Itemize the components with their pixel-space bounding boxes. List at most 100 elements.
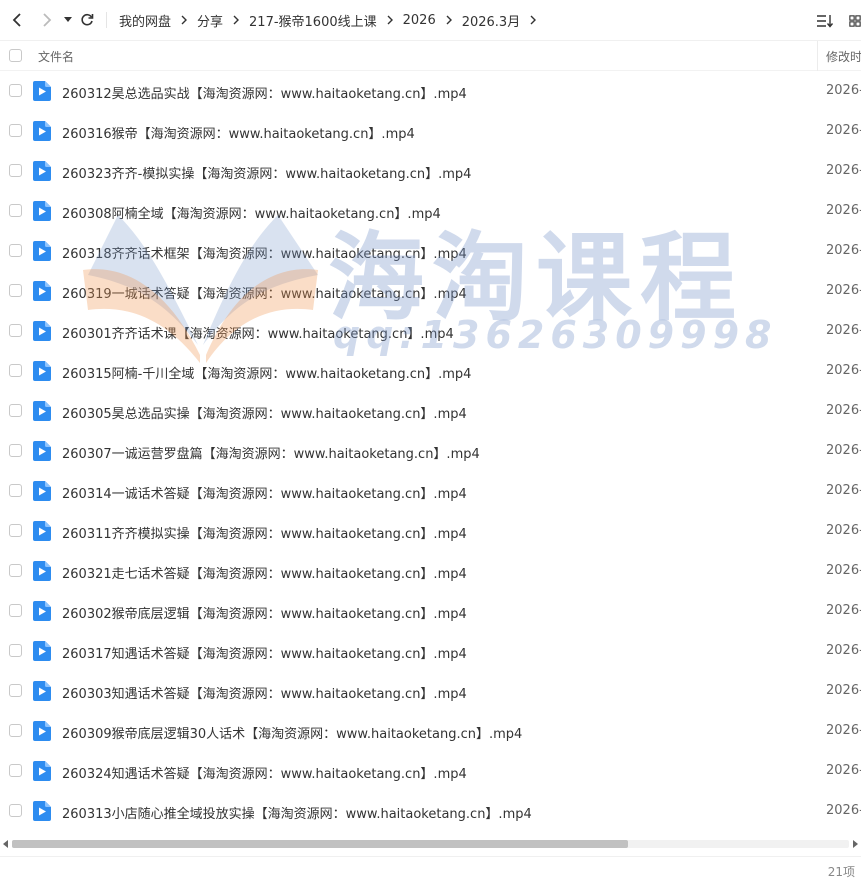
grid-view-icon xyxy=(849,14,861,27)
breadcrumb-item-share[interactable]: 分享 xyxy=(197,11,223,30)
row-checkbox[interactable] xyxy=(9,244,22,257)
file-modified-date: 2026-0 xyxy=(826,243,861,258)
chevron-right-icon xyxy=(181,15,188,25)
row-checkbox[interactable] xyxy=(9,804,22,817)
navigation-bar: 我的网盘 分享 217-猴帝1600线上课 2026 2026.3月 xyxy=(0,0,861,41)
video-file-icon xyxy=(33,801,51,821)
column-divider[interactable] xyxy=(817,41,818,71)
file-name[interactable]: 260319一城话术答疑【海淘资源网：www.haitaoketang.cn】.… xyxy=(62,283,467,302)
column-header-modified[interactable]: 修改时 xyxy=(826,48,861,65)
file-name[interactable]: 260316猴帝【海淘资源网：www.haitaoketang.cn】.mp4 xyxy=(62,123,415,142)
row-checkbox[interactable] xyxy=(9,364,22,377)
row-checkbox[interactable] xyxy=(9,684,22,697)
file-name[interactable]: 260307一诚运营罗盘篇【海淘资源网：www.haitaoketang.cn】… xyxy=(62,443,480,462)
row-checkbox[interactable] xyxy=(9,164,22,177)
file-row[interactable]: 260312昊总选品实战【海淘资源网：www.haitaoketang.cn】.… xyxy=(0,71,861,111)
divider xyxy=(106,12,107,28)
file-modified-date: 2026-0 xyxy=(826,283,861,298)
forward-button[interactable] xyxy=(34,0,60,41)
refresh-button[interactable] xyxy=(76,0,98,41)
breadcrumb-item-course[interactable]: 217-猴帝1600线上课 xyxy=(249,11,377,30)
file-row[interactable]: 260307一诚运营罗盘篇【海淘资源网：www.haitaoketang.cn】… xyxy=(0,431,861,471)
file-row[interactable]: 260309猴帝底层逻辑30人话术【海淘资源网：www.haitaoketang… xyxy=(0,711,861,751)
file-row[interactable]: 260302猴帝底层逻辑【海淘资源网：www.haitaoketang.cn】.… xyxy=(0,591,861,631)
file-name[interactable]: 260301齐齐话术课【海淘资源网：www.haitaoketang.cn】.m… xyxy=(62,323,454,342)
row-checkbox[interactable] xyxy=(9,84,22,97)
row-checkbox[interactable] xyxy=(9,764,22,777)
breadcrumb-item-year[interactable]: 2026 xyxy=(403,13,436,28)
video-file-icon xyxy=(33,601,51,621)
file-name[interactable]: 260323齐齐-模拟实操【海淘资源网：www.haitaoketang.cn】… xyxy=(62,163,471,182)
file-name[interactable]: 260317知遇话术答疑【海淘资源网：www.haitaoketang.cn】.… xyxy=(62,643,467,662)
file-modified-date: 2026-0 xyxy=(826,483,861,498)
row-checkbox[interactable] xyxy=(9,524,22,537)
file-row[interactable]: 260305昊总选品实操【海淘资源网：www.haitaoketang.cn】.… xyxy=(0,391,861,431)
file-name[interactable]: 260313小店随心推全域投放实操【海淘资源网：www.haitaoketang… xyxy=(62,803,532,822)
row-checkbox[interactable] xyxy=(9,404,22,417)
row-checkbox[interactable] xyxy=(9,204,22,217)
file-name[interactable]: 260305昊总选品实操【海淘资源网：www.haitaoketang.cn】.… xyxy=(62,403,467,422)
file-modified-date: 2026-0 xyxy=(826,163,861,178)
file-row[interactable]: 260303知遇话术答疑【海淘资源网：www.haitaoketang.cn】.… xyxy=(0,671,861,711)
file-row[interactable]: 260318齐齐话术框架【海淘资源网：www.haitaoketang.cn】.… xyxy=(0,231,861,271)
file-row[interactable]: 260301齐齐话术课【海淘资源网：www.haitaoketang.cn】.m… xyxy=(0,311,861,351)
file-modified-date: 2026-0 xyxy=(826,323,861,338)
file-name[interactable]: 260315阿楠-千川全域【海淘资源网：www.haitaoketang.cn】… xyxy=(62,363,471,382)
column-header-name[interactable]: 文件名 xyxy=(38,48,74,65)
file-modified-date: 2026-0 xyxy=(826,603,861,618)
row-checkbox[interactable] xyxy=(9,604,22,617)
file-row[interactable]: 260321走七话术答疑【海淘资源网：www.haitaoketang.cn】.… xyxy=(0,551,861,591)
file-name[interactable]: 260324知遇话术答疑【海淘资源网：www.haitaoketang.cn】.… xyxy=(62,763,467,782)
status-bar: 21项 xyxy=(0,856,861,881)
video-file-icon xyxy=(33,321,51,341)
file-row[interactable]: 260314一诚话术答疑【海淘资源网：www.haitaoketang.cn】.… xyxy=(0,471,861,511)
file-row[interactable]: 260311齐齐模拟实操【海淘资源网：www.haitaoketang.cn】.… xyxy=(0,511,861,551)
select-all-checkbox[interactable] xyxy=(9,49,22,62)
scrollbar-thumb[interactable] xyxy=(12,840,628,848)
row-checkbox[interactable] xyxy=(9,564,22,577)
row-checkbox[interactable] xyxy=(9,724,22,737)
video-file-icon xyxy=(33,241,51,261)
file-row[interactable]: 260315阿楠-千川全域【海淘资源网：www.haitaoketang.cn】… xyxy=(0,351,861,391)
file-name[interactable]: 260311齐齐模拟实操【海淘资源网：www.haitaoketang.cn】.… xyxy=(62,523,467,542)
file-row[interactable]: 260317知遇话术答疑【海淘资源网：www.haitaoketang.cn】.… xyxy=(0,631,861,671)
row-checkbox[interactable] xyxy=(9,444,22,457)
file-row[interactable]: 260313小店随心推全域投放实操【海淘资源网：www.haitaoketang… xyxy=(0,791,861,831)
row-checkbox[interactable] xyxy=(9,284,22,297)
breadcrumb-item-my-drive[interactable]: 我的网盘 xyxy=(119,11,171,30)
grid-view-button[interactable] xyxy=(849,11,861,31)
file-row[interactable]: 260324知遇话术答疑【海淘资源网：www.haitaoketang.cn】.… xyxy=(0,751,861,791)
row-checkbox[interactable] xyxy=(9,124,22,137)
horizontal-scrollbar[interactable] xyxy=(0,836,861,852)
file-name[interactable]: 260314一诚话术答疑【海淘资源网：www.haitaoketang.cn】.… xyxy=(62,483,467,502)
history-dropdown-button[interactable] xyxy=(60,0,76,41)
file-modified-date: 2026-0 xyxy=(826,83,861,98)
file-name[interactable]: 260309猴帝底层逻辑30人话术【海淘资源网：www.haitaoketang… xyxy=(62,723,522,742)
video-file-icon xyxy=(33,361,51,381)
row-checkbox[interactable] xyxy=(9,644,22,657)
file-row[interactable]: 260308阿楠全域【海淘资源网：www.haitaoketang.cn】.mp… xyxy=(0,191,861,231)
file-row[interactable]: 260319一城话术答疑【海淘资源网：www.haitaoketang.cn】.… xyxy=(0,271,861,311)
video-file-icon xyxy=(33,561,51,581)
row-checkbox[interactable] xyxy=(9,484,22,497)
file-modified-date: 2026-0 xyxy=(826,363,861,378)
scroll-right-button[interactable] xyxy=(850,838,860,850)
file-row[interactable]: 260323齐齐-模拟实操【海淘资源网：www.haitaoketang.cn】… xyxy=(0,151,861,191)
video-file-icon xyxy=(33,521,51,541)
breadcrumb-item-month[interactable]: 2026.3月 xyxy=(462,11,521,30)
file-modified-date: 2026-0 xyxy=(826,443,861,458)
file-name[interactable]: 260302猴帝底层逻辑【海淘资源网：www.haitaoketang.cn】.… xyxy=(62,603,467,622)
video-file-icon xyxy=(33,81,51,101)
chevron-right-icon xyxy=(446,15,452,25)
file-name[interactable]: 260308阿楠全域【海淘资源网：www.haitaoketang.cn】.mp… xyxy=(62,203,441,222)
row-checkbox[interactable] xyxy=(9,324,22,337)
file-name[interactable]: 260312昊总选品实战【海淘资源网：www.haitaoketang.cn】.… xyxy=(62,83,467,102)
file-name[interactable]: 260318齐齐话术框架【海淘资源网：www.haitaoketang.cn】.… xyxy=(62,243,467,262)
file-name[interactable]: 260303知遇话术答疑【海淘资源网：www.haitaoketang.cn】.… xyxy=(62,683,467,702)
sort-button[interactable] xyxy=(815,11,835,31)
file-row[interactable]: 260316猴帝【海淘资源网：www.haitaoketang.cn】.mp4 2… xyxy=(0,111,861,151)
file-name[interactable]: 260321走七话术答疑【海淘资源网：www.haitaoketang.cn】.… xyxy=(62,563,467,582)
scroll-left-button[interactable] xyxy=(1,838,11,850)
back-button[interactable] xyxy=(4,0,30,41)
file-modified-date: 2026-0 xyxy=(826,523,861,538)
